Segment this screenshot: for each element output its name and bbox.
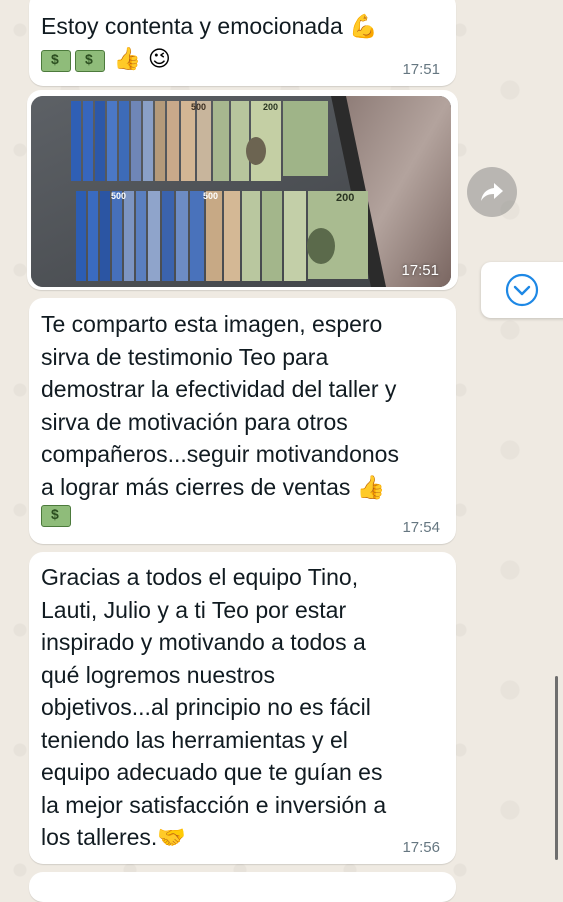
forward-button[interactable] bbox=[467, 167, 517, 217]
money-emoji bbox=[41, 50, 71, 73]
image-time: 17:51 bbox=[401, 262, 439, 279]
message-time: 17:51 bbox=[402, 61, 440, 78]
chevron-down-icon bbox=[505, 273, 539, 307]
money-emoji bbox=[41, 505, 71, 527]
message-text: Te comparto esta imagen, espero sirva de… bbox=[41, 311, 399, 500]
svg-text:500: 500 bbox=[203, 191, 218, 201]
svg-text:500: 500 bbox=[111, 191, 126, 201]
message-bubble[interactable]: Gracias a todos el equipo Tino, Lauti, J… bbox=[29, 552, 456, 864]
money-emoji bbox=[75, 50, 105, 73]
message-bubble[interactable]: Te comparto esta imagen, espero sirva de… bbox=[29, 298, 456, 544]
money-photo-image: 200 200 500 500 500 bbox=[31, 96, 451, 287]
message-bubble[interactable]: Estoy contenta y emocionada 💪 👍 😉 17:51 bbox=[29, 0, 456, 86]
emoji-row bbox=[29, 503, 456, 527]
message-time: 17:56 bbox=[402, 839, 440, 856]
message-text: Gracias a todos el equipo Tino, Lauti, J… bbox=[41, 564, 387, 850]
svg-text:200: 200 bbox=[263, 102, 278, 112]
svg-text:200: 200 bbox=[336, 192, 354, 204]
forward-arrow-icon bbox=[481, 183, 503, 201]
emoji-text: 👍 😉 bbox=[113, 46, 171, 72]
money-photo[interactable]: 200 200 500 500 500 17:51 bbox=[31, 96, 451, 287]
scroll-to-bottom-button[interactable] bbox=[481, 262, 563, 318]
message-time: 17:54 bbox=[402, 519, 440, 536]
message-text: Estoy contenta y emocionada 💪 bbox=[41, 13, 378, 39]
svg-text:500: 500 bbox=[191, 102, 206, 112]
emoji-row: 👍 😉 bbox=[29, 43, 456, 73]
message-bubble[interactable] bbox=[29, 872, 456, 902]
scrollbar[interactable] bbox=[555, 676, 558, 860]
